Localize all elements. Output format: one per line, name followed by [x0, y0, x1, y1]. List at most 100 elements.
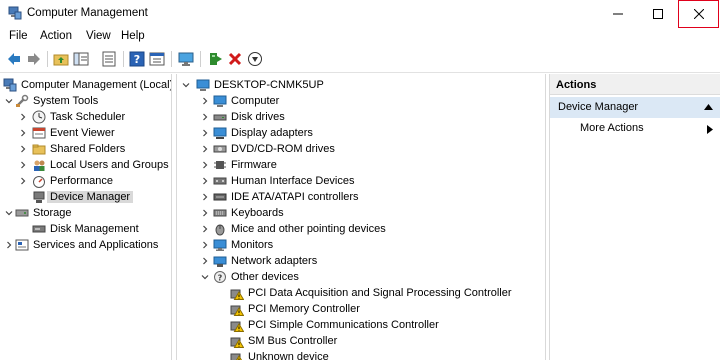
menu-file[interactable]: File [9, 30, 28, 42]
properties-icon[interactable] [101, 51, 117, 67]
chevron-right-icon[interactable] [201, 253, 209, 269]
chevron-right-icon[interactable] [201, 125, 209, 141]
chevron-right-icon[interactable] [19, 173, 27, 189]
unknown-device-item[interactable]: PCI Memory Controller [230, 301, 360, 317]
tree-item-storage[interactable]: Storage [15, 205, 72, 221]
chevron-right-icon[interactable] [201, 221, 209, 237]
chevron-right-icon[interactable] [19, 109, 27, 125]
device-category-label: Firmware [231, 159, 277, 171]
device-tree-host[interactable]: DESKTOP-CNMK5UP [196, 77, 324, 93]
uninstall-icon[interactable] [227, 51, 243, 67]
device-category-other[interactable]: ? Other devices [213, 269, 299, 285]
menu-bar: File Action View Help [0, 27, 720, 46]
update-driver-icon[interactable] [207, 51, 223, 67]
close-button[interactable] [678, 0, 719, 28]
up-folder-icon[interactable] [53, 51, 69, 67]
tree-item-label: Performance [50, 175, 113, 187]
unknown-device-item[interactable]: Unknown device [230, 349, 329, 360]
device-category[interactable]: Firmware [213, 157, 277, 173]
tree-item-label: Device Manager [47, 191, 134, 203]
back-icon[interactable] [6, 51, 22, 67]
chevron-down-icon[interactable] [201, 269, 209, 285]
tree-root[interactable]: Computer Management (Local) [3, 77, 171, 93]
help-icon[interactable]: ? [129, 51, 145, 67]
forward-icon[interactable] [26, 51, 42, 67]
tools-icon [16, 94, 29, 107]
device-category[interactable]: Display adapters [213, 125, 313, 141]
tree-item-local-users[interactable]: Local Users and Groups [32, 157, 169, 173]
menu-help[interactable]: Help [121, 30, 145, 42]
maximize-button[interactable] [638, 0, 678, 27]
chevron-down-icon[interactable] [5, 93, 13, 109]
show-hide-tree-icon[interactable] [73, 51, 89, 67]
chevron-right-icon[interactable] [19, 157, 27, 173]
device-category[interactable]: Monitors [213, 237, 273, 253]
collapse-up-icon[interactable] [704, 104, 713, 110]
device-category[interactable]: Keyboards [213, 205, 284, 221]
tree-item-label: Services and Applications [33, 239, 159, 251]
chevron-down-icon[interactable] [5, 205, 13, 221]
more-actions-link[interactable]: More Actions [580, 122, 644, 134]
chevron-right-icon[interactable] [5, 237, 13, 253]
device-category[interactable]: Computer [213, 93, 279, 109]
tree-item-shared-folders[interactable]: Shared Folders [32, 141, 125, 157]
chevron-right-icon[interactable] [201, 237, 209, 253]
device-category[interactable]: Mice and other pointing devices [213, 221, 386, 237]
chevron-right-icon[interactable] [201, 157, 209, 173]
chevron-right-icon[interactable] [707, 125, 713, 134]
toolbar-separator [123, 51, 124, 67]
warning-device-icon [230, 321, 244, 332]
device-category-label: IDE ATA/ATAPI controllers [231, 191, 359, 203]
chevron-down-icon[interactable] [182, 77, 190, 93]
actions-section-label: Device Manager [558, 101, 639, 113]
device-category[interactable]: IDE ATA/ATAPI controllers [213, 189, 359, 205]
tree-item-label: Task Scheduler [50, 111, 126, 123]
svg-text:?: ? [218, 274, 223, 283]
chevron-right-icon[interactable] [201, 205, 209, 221]
chevron-right-icon[interactable] [19, 141, 27, 157]
chevron-right-icon[interactable] [201, 173, 209, 189]
device-category[interactable]: Network adapters [213, 253, 317, 269]
computer-icon [213, 95, 227, 107]
tree-item-performance[interactable]: Performance [32, 173, 113, 189]
unknown-device-item[interactable]: SM Bus Controller [230, 333, 337, 349]
device-category-label: DVD/CD-ROM drives [231, 143, 335, 155]
device-label: Unknown device [248, 351, 329, 360]
device-label: PCI Data Acquisition and Signal Processi… [248, 287, 512, 299]
tree-item-disk-management[interactable]: Disk Management [32, 221, 139, 237]
chevron-right-icon[interactable] [201, 93, 209, 109]
tree-item-task-scheduler[interactable]: Task Scheduler [32, 109, 125, 125]
computer-icon [196, 79, 210, 91]
device-category-label: Mice and other pointing devices [231, 223, 386, 235]
menu-view[interactable]: View [86, 30, 111, 42]
device-tree-host-label: DESKTOP-CNMK5UP [214, 79, 324, 91]
chevron-right-icon[interactable] [201, 189, 209, 205]
device-category[interactable]: Disk drives [213, 109, 285, 125]
minimize-button[interactable] [598, 0, 638, 27]
device-category-label: Computer [231, 95, 280, 107]
chevron-right-icon[interactable] [19, 125, 27, 141]
device-category-label: Keyboards [231, 207, 284, 219]
device-category[interactable]: Human Interface Devices [213, 173, 355, 189]
dvd-drive-icon [213, 145, 227, 153]
disk-drive-icon [213, 114, 227, 121]
console-icon[interactable] [149, 51, 165, 67]
maximize-icon [653, 8, 663, 19]
device-category-label: Network adapters [231, 255, 318, 267]
tree-item-device-manager[interactable]: Device Manager [32, 189, 134, 205]
actions-section-device-manager[interactable]: Device Manager [550, 97, 720, 118]
chevron-right-icon[interactable] [201, 141, 209, 157]
tree-item-system-tools[interactable]: System Tools [15, 93, 98, 109]
chevron-right-icon[interactable] [201, 109, 209, 125]
tree-item-services-apps[interactable]: Services and Applications [15, 237, 158, 253]
monitor-icon[interactable] [178, 51, 194, 67]
menu-action[interactable]: Action [40, 30, 72, 42]
unknown-device-item[interactable]: PCI Data Acquisition and Signal Processi… [230, 285, 512, 301]
device-category[interactable]: DVD/CD-ROM drives [213, 141, 335, 157]
computer-management-icon [8, 6, 22, 20]
services-icon [15, 239, 29, 251]
scan-hardware-icon[interactable] [247, 51, 263, 67]
tree-item-event-viewer[interactable]: Event Viewer [32, 125, 115, 141]
network-adapter-icon [213, 256, 227, 267]
unknown-device-item[interactable]: PCI Simple Communications Controller [230, 317, 439, 333]
